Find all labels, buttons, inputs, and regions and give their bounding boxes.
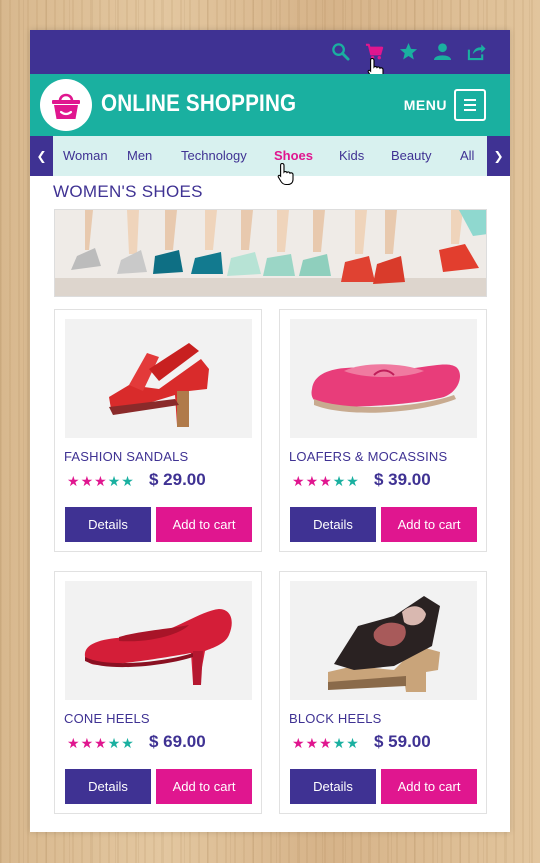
add-to-cart-button[interactable]: Add to cart <box>156 769 252 804</box>
rating-stars: ★ ★ ★ ★ ★ <box>292 473 359 489</box>
top-bar <box>30 30 510 81</box>
shop-app: ONLINE SHOPPING MENU ❮ Woman Men Technol… <box>30 30 510 832</box>
product-price: $ 59.00 <box>374 732 431 751</box>
menu-hamburger-button[interactable] <box>454 89 486 121</box>
product-image-block-heels[interactable] <box>290 581 477 700</box>
cart-icon[interactable] <box>364 40 384 62</box>
star-icon[interactable] <box>398 40 418 62</box>
nav-next-arrow-icon[interactable]: ❯ <box>487 136 510 176</box>
header: ONLINE SHOPPING MENU <box>30 74 510 136</box>
shopping-bag-logo-icon[interactable] <box>40 79 92 131</box>
category-technology[interactable]: Technology <box>181 148 247 163</box>
category-nav: ❮ Woman Men Technology Shoes Kids Beauty… <box>30 136 510 186</box>
product-price: $ 29.00 <box>149 470 206 489</box>
product-card: FASHION SANDALS ★ ★ ★ ★ ★ $ 29.00 Details Ad… <box>54 309 262 552</box>
rating-stars: ★ ★ ★ ★ ★ <box>67 735 134 751</box>
add-to-cart-button[interactable]: Add to cart <box>381 507 477 542</box>
category-all[interactable]: All <box>460 148 474 163</box>
category-kids[interactable]: Kids <box>339 148 364 163</box>
product-image-fashion-sandals[interactable] <box>65 319 252 438</box>
section-title: WOMEN'S SHOES <box>53 182 203 201</box>
product-price: $ 39.00 <box>374 470 431 489</box>
product-card: CONE HEELS ★ ★ ★ ★ ★ $ 69.00 Details Add to … <box>54 571 262 814</box>
category-shoes[interactable]: Shoes <box>274 148 313 163</box>
pointer-cursor-icon <box>277 162 294 186</box>
product-name[interactable]: FASHION SANDALS <box>64 449 188 464</box>
details-button[interactable]: Details <box>290 507 376 542</box>
category-woman[interactable]: Woman <box>63 148 108 163</box>
menu-label[interactable]: MENU <box>404 97 447 113</box>
shoes-banner-image <box>54 209 487 297</box>
product-card: LOAFERS & MOCASSINS ★ ★ ★ ★ ★ $ 39.00 Detail… <box>279 309 487 552</box>
share-icon[interactable] <box>466 40 486 62</box>
product-price: $ 69.00 <box>149 732 206 751</box>
product-image-loafers[interactable] <box>290 319 477 438</box>
details-button[interactable]: Details <box>290 769 376 804</box>
product-card: BLOCK HEELS ★ ★ ★ ★ ★ $ 59.00 Details Add to… <box>279 571 487 814</box>
rating-stars: ★ ★ ★ ★ ★ <box>292 735 359 751</box>
product-name[interactable]: LOAFERS & MOCASSINS <box>289 449 447 464</box>
rating-stars: ★ ★ ★ ★ ★ <box>67 473 134 489</box>
details-button[interactable]: Details <box>65 769 151 804</box>
product-name[interactable]: BLOCK HEELS <box>289 711 382 726</box>
product-name[interactable]: CONE HEELS <box>64 711 150 726</box>
add-to-cart-button[interactable]: Add to cart <box>381 769 477 804</box>
search-icon[interactable] <box>330 40 350 62</box>
category-men[interactable]: Men <box>127 148 152 163</box>
product-image-cone-heels[interactable] <box>65 581 252 700</box>
add-to-cart-button[interactable]: Add to cart <box>156 507 252 542</box>
brand-title[interactable]: ONLINE SHOPPING <box>101 90 296 118</box>
details-button[interactable]: Details <box>65 507 151 542</box>
user-icon[interactable] <box>432 40 452 62</box>
nav-prev-arrow-icon[interactable]: ❮ <box>30 136 53 176</box>
category-beauty[interactable]: Beauty <box>391 148 431 163</box>
